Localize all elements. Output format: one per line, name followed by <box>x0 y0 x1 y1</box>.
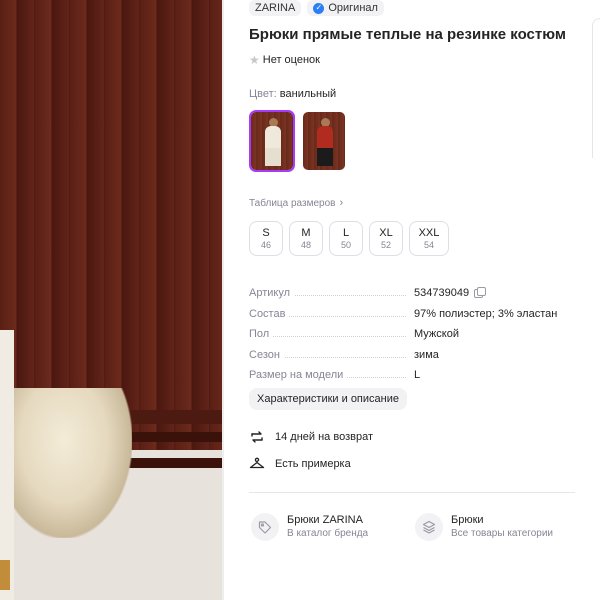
product-params: Артикул 534739049 Состав 97% полиэстер; … <box>249 279 579 381</box>
param-value: зима <box>414 349 439 361</box>
photo-edge <box>222 0 224 600</box>
param-key: Сезон <box>249 348 414 361</box>
size-option-xxl[interactable]: XXL 54 <box>409 221 449 256</box>
size-ru: 54 <box>423 239 434 250</box>
param-key: Состав <box>249 307 414 320</box>
product-title: Брюки прямые теплые на резинке костюм <box>249 26 566 43</box>
brand-link-title[interactable]: Брюки ZARINA <box>287 513 368 527</box>
brand-link-subtitle: В каталог бренда <box>287 527 369 539</box>
category-link-title[interactable]: Брюки <box>451 513 553 527</box>
chevron-right-icon: › <box>339 197 344 209</box>
brand-catalog-link[interactable]: Брюки ZARINA В каталог бренда <box>249 510 405 543</box>
tag-icon <box>251 512 279 541</box>
fitting-text: Есть примерка <box>275 458 351 470</box>
size-option-xl[interactable]: XL 52 <box>369 221 403 256</box>
thumb-model-pants <box>265 148 281 166</box>
brand-row: ZARINA ✓ Оригинал <box>249 0 384 16</box>
divider <box>249 492 575 493</box>
brand-chip[interactable]: ZARINA <box>249 0 302 16</box>
size-options: S 46 M 48 L 50 XL 52 XXL 54 <box>249 221 449 256</box>
size-option-l[interactable]: L 50 <box>329 221 363 256</box>
color-variant-black[interactable] <box>301 110 347 172</box>
catalog-links: Брюки ZARINA В каталог бренда Брюки Все … <box>249 510 583 543</box>
param-row-article: Артикул 534739049 <box>249 279 579 300</box>
size-name: XL <box>379 226 393 239</box>
size-ru: 46 <box>260 239 271 250</box>
param-key-text: Пол <box>249 328 274 341</box>
param-row-model-size: Размер на модели L <box>249 361 579 381</box>
size-option-s[interactable]: S 46 <box>249 221 283 256</box>
param-key-text: Артикул <box>249 287 295 300</box>
color-variant-vanilla[interactable] <box>249 110 295 172</box>
param-value-text: Мужской <box>414 328 459 341</box>
category-catalog-link[interactable]: Брюки Все товары категории <box>413 510 583 543</box>
original-badge-label: Оригинал <box>328 2 378 14</box>
return-arrows-icon <box>251 431 263 443</box>
brand-name[interactable]: ZARINA <box>255 2 295 14</box>
copy-icon[interactable] <box>474 286 487 298</box>
original-badge: ✓ Оригинал <box>307 0 384 16</box>
photo-model-shoe <box>0 560 10 590</box>
param-value: L <box>414 369 420 381</box>
param-value: 534739049 <box>414 286 487 299</box>
fitting-info: Есть примерка <box>249 456 351 472</box>
returns-info: 14 дней на возврат <box>249 429 373 445</box>
param-row-composition: Состав 97% полиэстер; 3% эластан <box>249 299 579 320</box>
rating: ★ Нет оценок <box>249 53 320 67</box>
param-key: Размер на модели <box>249 368 414 381</box>
param-value-text: зима <box>414 348 439 361</box>
color-variants <box>249 110 347 172</box>
size-name: M <box>301 226 311 239</box>
product-photo[interactable] <box>0 0 224 600</box>
category-link-subtitle: Все товары категории <box>451 527 554 539</box>
param-row-gender: Пол Мужской <box>249 320 579 341</box>
verified-check-icon: ✓ <box>313 2 325 14</box>
details-button[interactable]: Характеристики и описание <box>249 388 407 410</box>
param-key: Пол <box>249 328 414 341</box>
param-value: 97% полиэстер; 3% эластан <box>414 308 557 320</box>
param-value-text: 97% полиэстер; 3% эластан <box>414 307 558 320</box>
photo-fur-rug <box>8 388 132 538</box>
thumb-model-pants <box>317 148 333 166</box>
category-link-text: Брюки Все товары категории <box>451 513 553 541</box>
size-ru: 48 <box>300 239 311 250</box>
size-option-m[interactable]: M 48 <box>289 221 323 256</box>
returns-text: 14 дней на возврат <box>275 431 373 443</box>
size-ru: 50 <box>340 239 351 250</box>
size-name: L <box>342 226 350 239</box>
hanger-icon <box>249 457 265 469</box>
size-ru: 52 <box>380 239 391 250</box>
size-table-label[interactable]: Таблица размеров <box>249 198 335 209</box>
color-value: ванильный <box>279 88 337 100</box>
param-key: Артикул <box>249 287 414 300</box>
color-label: Цвет: ванильный <box>249 88 336 100</box>
param-value-text: L <box>414 368 421 381</box>
param-key-text: Размер на модели <box>249 368 348 381</box>
size-name: S <box>262 226 270 239</box>
right-panel-edge <box>592 18 600 158</box>
rating-text: Нет оценок <box>262 54 320 66</box>
article-number[interactable]: 534739049 <box>414 287 469 299</box>
param-key-text: Сезон <box>249 348 284 361</box>
brand-link-text: Брюки ZARINA В каталог бренда <box>287 513 368 541</box>
star-icon: ★ <box>249 53 260 67</box>
layers-icon <box>415 512 443 541</box>
param-row-season: Сезон зима <box>249 340 579 361</box>
param-key-text: Состав <box>249 307 290 320</box>
size-table-link[interactable]: Таблица размеров › <box>249 197 343 209</box>
size-name: XXL <box>418 226 440 239</box>
color-label-prefix: Цвет: <box>249 88 277 100</box>
param-value: Мужской <box>414 328 459 340</box>
